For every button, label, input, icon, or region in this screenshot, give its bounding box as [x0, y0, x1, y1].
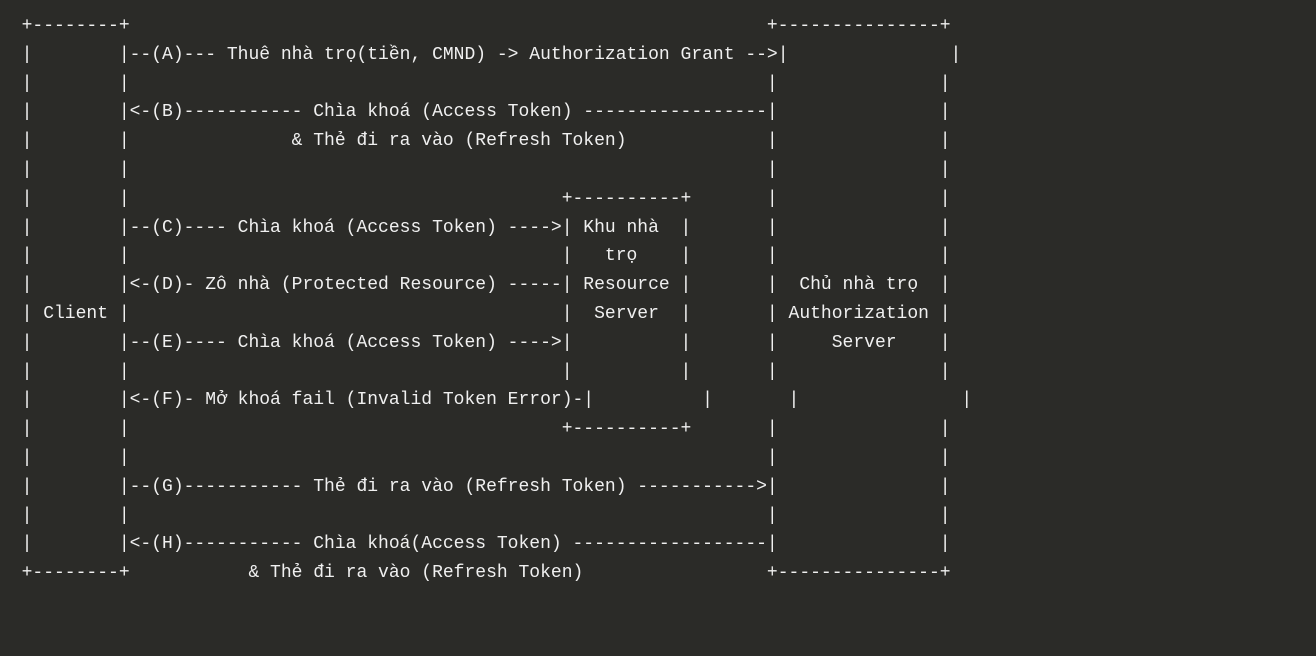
diagram-line-1: | |--(A)--- Thuê nhà trọ(tiền, CMND) -> …	[0, 45, 961, 65]
diagram-line-10: | Client | | Server | | Authorization |	[0, 304, 951, 324]
diagram-line-11: | |--(E)---- Chìa khoá (Access Token) --…	[0, 333, 951, 353]
diagram-line-18: | |<-(H)----------- Chìa khoá(Access Tok…	[0, 534, 951, 554]
diagram-line-14: | | +----------+ | |	[0, 419, 951, 439]
diagram-line-12: | | | | | |	[0, 362, 951, 382]
diagram-line-0: +--------+ +---------------+	[0, 16, 951, 36]
diagram-line-7: | |--(C)---- Chìa khoá (Access Token) --…	[0, 218, 951, 238]
diagram-line-17: | | | |	[0, 506, 951, 526]
diagram-line-3: | |<-(B)----------- Chìa khoá (Access To…	[0, 102, 951, 122]
diagram-line-16: | |--(G)----------- Thẻ đi ra vào (Refre…	[0, 477, 951, 497]
diagram-line-2: | | | |	[0, 74, 951, 94]
diagram-line-6: | | +----------+ | |	[0, 189, 951, 209]
diagram-line-15: | | | |	[0, 448, 951, 468]
diagram-line-4: | | & Thẻ đi ra vào (Refresh Token) | |	[0, 131, 951, 151]
diagram-line-8: | | | trọ | | |	[0, 246, 951, 266]
diagram-line-5: | | | |	[0, 160, 951, 180]
diagram-line-13: | |<-(F)- Mở khoá fail (Invalid Token Er…	[0, 390, 972, 410]
diagram-line-19: +--------+ & Thẻ đi ra vào (Refresh Toke…	[0, 563, 951, 583]
diagram-line-9: | |<-(D)- Zô nhà (Protected Resource) --…	[0, 275, 951, 295]
ascii-diagram: +--------+ +---------------+ | |--(A)---…	[0, 0, 1316, 588]
